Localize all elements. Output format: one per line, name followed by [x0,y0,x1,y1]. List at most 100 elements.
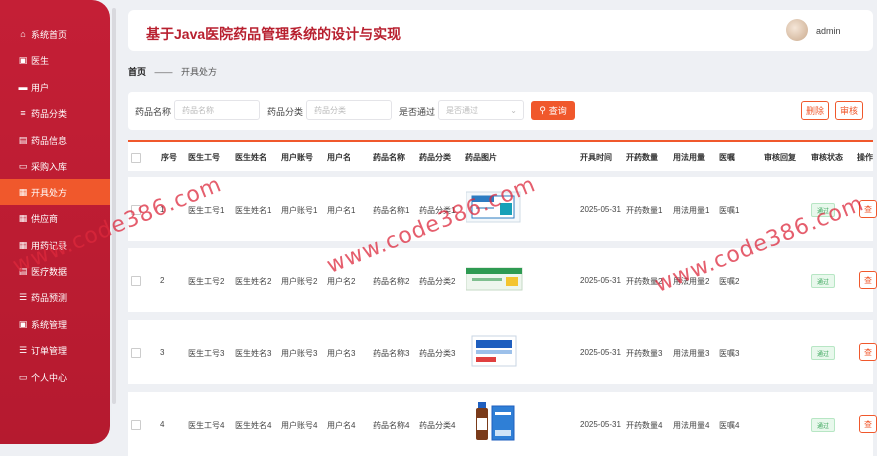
sidebar-item-label: 系统首页 [31,29,68,40]
usage-record-icon: ▦ [18,240,28,250]
medical-data-icon: ▤ [18,266,28,276]
cell-time: 2025-05-31 [580,348,621,357]
supplier-icon: ▦ [18,213,28,223]
sidebar-item-doctor[interactable]: ▣ 医生 [0,47,110,73]
breadcrumb-separator: —— [154,67,173,77]
drug-image [476,402,515,441]
sidebar-item-label: 供应商 [31,213,59,224]
cell-index: 2 [160,276,165,285]
column-header: 序号 [161,153,177,162]
cell-drug-category: 药品分类2 [419,277,456,286]
breadcrumb: 首页 —— 开具处方 [128,65,217,78]
search-button[interactable]: ⚲ 查询 [531,101,575,120]
view-button[interactable]: 查 [859,200,877,218]
status-badge: 通过 [811,203,835,217]
column-header: 医嘱 [719,153,735,162]
avatar[interactable] [786,19,808,41]
sidebar-item-medical-data[interactable]: ▤ 医疗数据 [0,258,110,284]
drug-name-input[interactable]: 药品名称 [174,100,260,120]
sidebar-item-prescription[interactable]: ▦ 开具处方 [0,179,110,205]
sidebar-item-usage-record[interactable]: ▦ 用药记录 [0,232,110,258]
breadcrumb-home[interactable]: 首页 [128,67,146,77]
column-header: 用户名 [327,153,351,162]
cell-advice: 医嘱1 [719,206,740,215]
sidebar-item-drug-info[interactable]: ▤ 药品信息 [0,127,110,153]
cell-quantity: 开药数量2 [626,277,663,286]
drug-info-icon: ▤ [18,135,28,145]
sidebar-item-label: 订单管理 [31,345,68,356]
column-header: 医生姓名 [235,153,267,162]
review-button[interactable]: 审核 [835,101,863,120]
pass-select[interactable]: 是否通过 ⌄ [438,100,524,120]
sidebar-item-label: 开具处方 [31,187,68,198]
cell-username: 用户名4 [327,421,356,430]
column-header: 医生工号 [188,153,220,162]
cell-account: 用户账号3 [281,349,318,358]
sidebar-item-user[interactable]: ▬ 用户 [0,74,110,100]
forecast-icon: ☰ [18,292,28,302]
cell-dosage: 用法用量1 [673,206,710,215]
table-row: 3 医生工号3 医生姓名3 用户账号3 用户名3 药品名称3 药品分类3 202… [128,320,877,384]
cell-advice: 医嘱2 [719,277,740,286]
table-row: 2 医生工号2 医生姓名2 用户账号2 用户名2 药品名称2 药品分类2 202… [128,248,877,312]
drug-category-label: 药品分类 [267,107,304,117]
drug-category-input[interactable]: 药品分类 [306,100,392,120]
drug-image [471,335,517,367]
sidebar-item-order[interactable]: ☰ 订单管理 [0,337,110,363]
profile-icon: ▭ [18,372,28,382]
breadcrumb-current: 开具处方 [181,67,218,77]
column-header: 药品分类 [419,153,451,162]
sidebar-scrollbar[interactable] [112,8,116,404]
sidebar-item-supplier[interactable]: ▦ 供应商 [0,205,110,231]
row-checkbox[interactable] [131,276,141,286]
cell-doctor-name: 医生姓名4 [235,421,272,430]
table-row: 4 医生工号4 医生姓名4 用户账号4 用户名4 药品名称4 药品分类4 202… [128,392,877,456]
drug-image [466,191,521,223]
sidebar-item-drug-category[interactable]: ≡ 药品分类 [0,100,110,126]
view-button[interactable]: 查 [859,343,877,361]
cell-advice: 医嘱3 [719,349,740,358]
sidebar-item-purchase[interactable]: ▭ 采购入库 [0,153,110,179]
sidebar-item-label: 医生 [31,55,50,66]
cell-dosage: 用法用量4 [673,421,710,430]
column-header: 用法用量 [673,153,705,162]
cell-index: 3 [160,348,165,357]
sidebar-item-home[interactable]: ⌂ 系统首页 [0,21,110,47]
view-button[interactable]: 查 [859,415,877,433]
prescription-icon: ▦ [18,187,28,197]
column-header: 药品名称 [373,153,405,162]
delete-button[interactable]: 删除 [801,101,829,120]
sidebar-item-label: 个人中心 [31,372,68,383]
order-icon: ☰ [18,345,28,355]
row-checkbox[interactable] [131,420,141,430]
sidebar-item-label: 用药记录 [31,240,68,251]
sidebar-item-profile[interactable]: ▭ 个人中心 [0,364,110,390]
cell-doctor-id: 医生工号2 [188,277,225,286]
sidebar-item-label: 药品信息 [31,135,68,146]
cell-username: 用户名2 [327,277,356,286]
system-icon: ▣ [18,319,28,329]
drug-image [466,267,523,291]
cell-quantity: 开药数量1 [626,206,663,215]
sidebar-item-system[interactable]: ▣ 系统管理 [0,311,110,337]
cell-doctor-id: 医生工号3 [188,349,225,358]
sidebar-item-label: 系统管理 [31,319,68,330]
status-badge: 通过 [811,346,835,360]
sidebar-item-forecast[interactable]: ☰ 药品预测 [0,284,110,310]
cell-drug-name: 药品名称3 [373,349,410,358]
view-button[interactable]: 查 [859,271,877,289]
username-label[interactable]: admin [816,26,841,36]
cell-account: 用户账号2 [281,277,318,286]
row-checkbox[interactable] [131,348,141,358]
select-all-checkbox[interactable] [131,153,141,163]
prescription-table: 序号 医生工号 医生姓名 用户账号 用户名 药品名称 药品分类 药品图片 开具时… [128,140,877,456]
category-icon: ≡ [20,108,26,118]
drug-name-label: 药品名称 [135,107,172,117]
row-checkbox[interactable] [131,205,141,215]
cell-drug-name: 药品名称4 [373,421,410,430]
column-header: 操作 [857,153,873,162]
column-header: 开具时间 [580,153,612,162]
cell-doctor-name: 医生姓名1 [235,206,272,215]
top-header: 基于Java医院药品管理系统的设计与实现 admin [128,10,873,51]
cell-doctor-name: 医生姓名2 [235,277,272,286]
